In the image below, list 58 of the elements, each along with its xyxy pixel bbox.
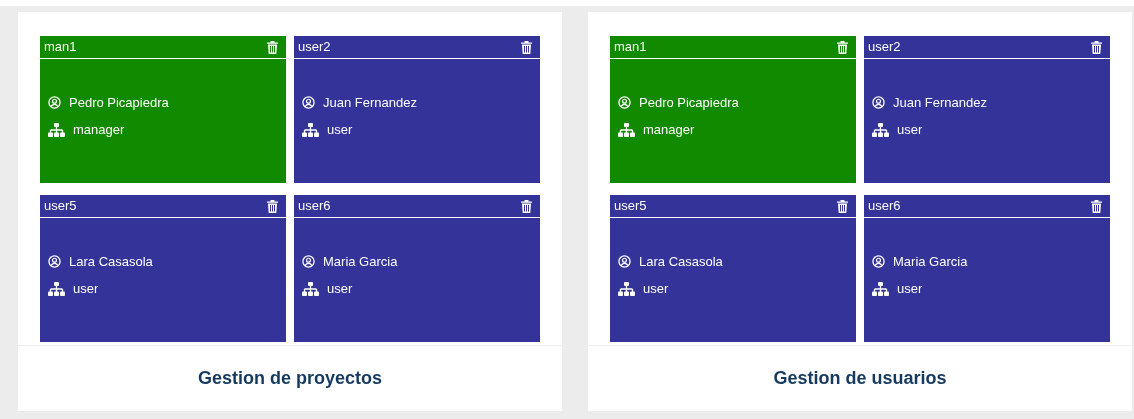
username: man1	[614, 38, 647, 57]
role: manager	[73, 121, 125, 139]
trash-icon[interactable]	[837, 199, 848, 213]
username: user5	[44, 197, 77, 216]
full-name: Pedro Picapiedra	[69, 93, 169, 112]
username: user6	[868, 197, 901, 216]
user-circle-icon	[48, 95, 61, 109]
username: user2	[298, 38, 331, 57]
trash-icon[interactable]	[837, 40, 848, 54]
username: user6	[298, 197, 331, 216]
user-circle-icon	[302, 254, 315, 268]
full-name: Pedro Picapiedra	[639, 93, 739, 112]
user-tile[interactable]: user5 Lara Casasola user	[40, 195, 286, 342]
user-circle-icon	[872, 95, 885, 109]
panel-title: Gestion de proyectos	[197, 367, 382, 390]
full-name: Lara Casasola	[639, 252, 723, 271]
hierarchy-icon	[302, 122, 319, 137]
user-circle-icon	[302, 95, 315, 109]
user-circle-icon	[618, 254, 631, 268]
user-tile[interactable]: user5 Lara Casasola user	[610, 195, 856, 342]
username: user2	[868, 38, 901, 57]
trash-icon[interactable]	[267, 40, 278, 54]
user-tile[interactable]: user6 Maria Garcia user	[294, 195, 540, 342]
hierarchy-icon	[48, 122, 65, 137]
hierarchy-icon	[302, 281, 319, 296]
full-name: Maria Garcia	[893, 252, 968, 271]
role: user	[897, 280, 923, 298]
trash-icon[interactable]	[1091, 199, 1102, 213]
user-circle-icon	[872, 254, 885, 268]
trash-icon[interactable]	[1091, 40, 1102, 54]
hierarchy-icon	[872, 281, 889, 296]
role: manager	[643, 121, 695, 139]
hierarchy-icon	[872, 122, 889, 137]
role: user	[327, 280, 353, 298]
user-tile[interactable]: man1 Pedro Picapiedra manager	[610, 36, 856, 183]
user-circle-icon	[618, 95, 631, 109]
trash-icon[interactable]	[267, 199, 278, 213]
username: user5	[614, 197, 647, 216]
panel-title: Gestion de usuarios	[773, 367, 947, 390]
role: user	[643, 280, 669, 298]
role: user	[73, 280, 99, 298]
hierarchy-icon	[618, 122, 635, 137]
hierarchy-icon	[618, 281, 635, 296]
role: user	[327, 121, 353, 139]
trash-icon[interactable]	[521, 40, 532, 54]
username: man1	[44, 38, 77, 57]
user-tile[interactable]: user2 Juan Fernandez user	[864, 36, 1110, 183]
user-tile[interactable]: man1 Pedro Picapiedra manager	[40, 36, 286, 183]
role: user	[897, 121, 923, 139]
full-name: Lara Casasola	[69, 252, 153, 271]
user-tile[interactable]: user2 Juan Fernandez user	[294, 36, 540, 183]
hierarchy-icon	[48, 281, 65, 296]
trash-icon[interactable]	[521, 199, 532, 213]
full-name: Juan Fernandez	[323, 93, 417, 112]
full-name: Maria Garcia	[323, 252, 398, 271]
user-circle-icon	[48, 254, 61, 268]
full-name: Juan Fernandez	[893, 93, 987, 112]
user-tile[interactable]: user6 Maria Garcia user	[864, 195, 1110, 342]
